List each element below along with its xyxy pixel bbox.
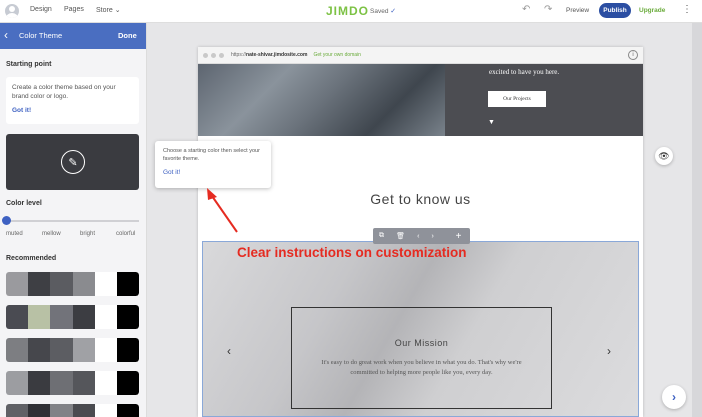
next-step-button[interactable]: › bbox=[662, 385, 686, 409]
annotation-arrow-line bbox=[211, 195, 238, 233]
annotation-arrow bbox=[207, 188, 238, 233]
annotation-text: Clear instructions on customization bbox=[237, 245, 467, 260]
eye-icon[interactable]: 👁 bbox=[655, 147, 673, 165]
annotation-arrow-head bbox=[207, 188, 217, 200]
